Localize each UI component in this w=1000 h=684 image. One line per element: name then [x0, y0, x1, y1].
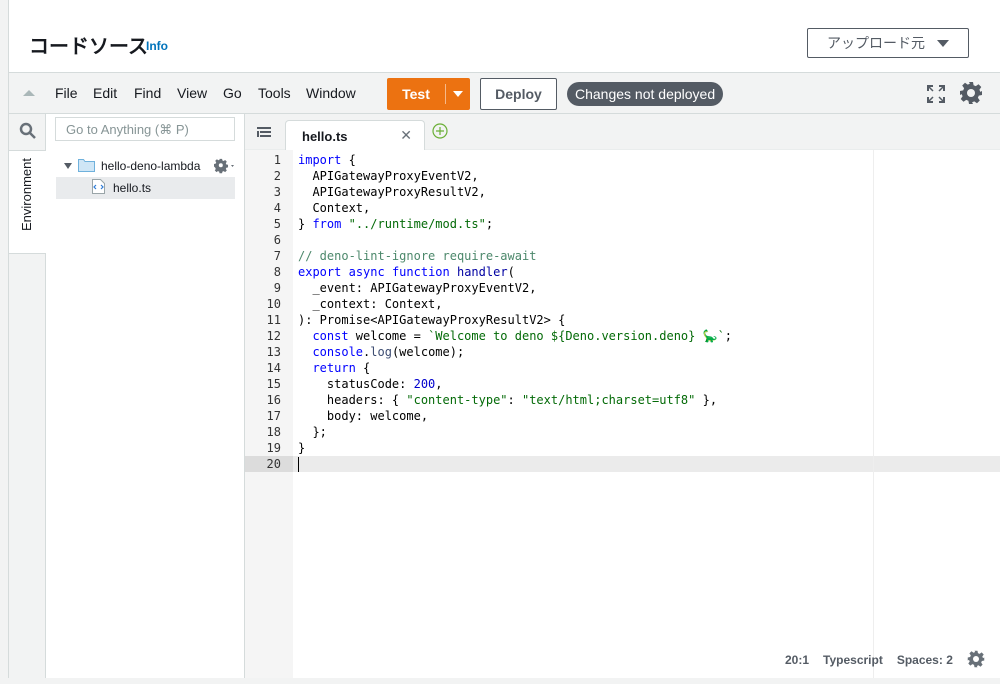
- editor-tabbar: hello.ts ✕: [245, 114, 1000, 150]
- line-number: 18: [266, 425, 281, 439]
- code-line[interactable]: _event: APIGatewayProxyEventV2,: [298, 280, 536, 296]
- language-mode[interactable]: Typescript: [823, 653, 883, 667]
- close-icon[interactable]: ✕: [400, 127, 412, 144]
- line-number: 3: [273, 185, 281, 199]
- file-tree-panel: hello-deno-lambda hello.ts: [46, 114, 245, 678]
- code-line[interactable]: } from "../runtime/mod.ts";: [298, 216, 493, 232]
- line-number: 10: [266, 297, 281, 311]
- menu-go[interactable]: Go: [223, 85, 242, 101]
- fullscreen-icon[interactable]: [927, 85, 945, 108]
- code-line[interactable]: console.log(welcome);: [298, 344, 464, 360]
- code-line[interactable]: export async function handler(: [298, 264, 515, 280]
- line-number: 1: [273, 153, 281, 167]
- line-number: 8: [273, 265, 281, 279]
- code-line[interactable]: };: [298, 424, 326, 440]
- line-number: 20: [266, 457, 281, 471]
- tab-hello-ts[interactable]: hello.ts ✕: [285, 120, 425, 150]
- info-link[interactable]: Info: [146, 39, 168, 53]
- tree-folder-item[interactable]: hello-deno-lambda: [64, 155, 236, 177]
- environment-tab-label: Environment: [19, 158, 34, 231]
- tab-list-icon[interactable]: [257, 126, 271, 144]
- expand-triangle-icon[interactable]: [64, 163, 72, 169]
- folder-name: hello-deno-lambda: [101, 159, 201, 173]
- code-line[interactable]: body: welcome,: [298, 408, 428, 424]
- code-line[interactable]: APIGatewayProxyEventV2,: [298, 168, 478, 184]
- test-button-divider: [445, 84, 446, 104]
- menu-window[interactable]: Window: [306, 85, 356, 101]
- deploy-button[interactable]: Deploy: [480, 78, 557, 110]
- active-line-highlight: [293, 456, 1000, 472]
- tab-label: hello.ts: [302, 129, 348, 144]
- code-source-panel: コードソース Info アップロード元 File Edit Find View …: [8, 0, 1000, 678]
- line-number: 7: [273, 249, 281, 263]
- folder-gear-icon[interactable]: [214, 158, 236, 177]
- menu-edit[interactable]: Edit: [93, 85, 117, 101]
- collapse-up-icon[interactable]: [23, 90, 35, 96]
- typescript-file-icon: [92, 179, 105, 197]
- sidebar-strip: Environment: [9, 114, 46, 678]
- line-number: 17: [266, 409, 281, 423]
- line-number: 15: [266, 377, 281, 391]
- upload-from-button[interactable]: アップロード元: [807, 28, 969, 58]
- code-line[interactable]: }: [298, 440, 305, 456]
- menu-tools[interactable]: Tools: [258, 85, 291, 101]
- code-line[interactable]: headers: { "content-type": "text/html;ch…: [298, 392, 717, 408]
- folder-icon: [78, 158, 95, 175]
- code-line[interactable]: const welcome = `Welcome to deno ${Deno.…: [298, 328, 732, 344]
- page-title: コードソース: [29, 36, 148, 58]
- print-margin: [873, 150, 874, 678]
- code-line[interactable]: // deno-lint-ignore require-await: [298, 248, 536, 264]
- cursor-position[interactable]: 20:1: [785, 653, 809, 667]
- panel-header: コードソース Info アップロード元: [9, 0, 1000, 72]
- upload-from-label: アップロード元: [827, 35, 925, 51]
- caret-down-icon: [937, 39, 949, 47]
- file-name: hello.ts: [113, 181, 152, 195]
- code-line[interactable]: Context,: [298, 200, 370, 216]
- tree-file-item[interactable]: hello.ts: [56, 177, 235, 199]
- line-number: 16: [266, 393, 281, 407]
- code-line[interactable]: ): Promise<APIGatewayProxyResultV2> {: [298, 312, 565, 328]
- environment-tab[interactable]: Environment: [9, 150, 46, 254]
- line-number: 13: [266, 345, 281, 359]
- deploy-button-label: Deploy: [495, 86, 542, 102]
- code-line[interactable]: return {: [298, 360, 370, 376]
- code-line[interactable]: import {: [298, 152, 356, 168]
- text-cursor: [298, 457, 299, 472]
- code-line[interactable]: _context: Context,: [298, 296, 442, 312]
- search-icon[interactable]: [19, 122, 36, 144]
- editor-statusbar: 20:1 Typescript Spaces: 2: [785, 650, 985, 670]
- line-number: 12: [266, 329, 281, 343]
- code-line[interactable]: APIGatewayProxyResultV2,: [298, 184, 485, 200]
- line-number: 6: [273, 233, 281, 247]
- gear-icon[interactable]: [959, 81, 983, 110]
- test-button[interactable]: Test: [387, 78, 470, 110]
- line-number: 9: [273, 281, 281, 295]
- test-button-label: Test: [402, 86, 430, 102]
- menu-view[interactable]: View: [177, 85, 207, 101]
- line-number: 11: [266, 313, 281, 327]
- line-number: 4: [273, 201, 281, 215]
- menu-find[interactable]: Find: [134, 85, 161, 101]
- go-to-anything-input[interactable]: [55, 117, 235, 141]
- menu-file[interactable]: File: [55, 85, 78, 101]
- line-number: 19: [266, 441, 281, 455]
- add-tab-icon[interactable]: [432, 123, 448, 144]
- code-line[interactable]: statusCode: 200,: [298, 376, 443, 392]
- line-number: 2: [273, 169, 281, 183]
- line-number: 5: [273, 217, 281, 231]
- status-badge: Changes not deployed: [567, 82, 724, 106]
- test-dropdown-icon[interactable]: [453, 91, 463, 97]
- settings-gear-icon[interactable]: [967, 650, 985, 671]
- line-number: 14: [266, 361, 281, 375]
- ide-menubar: File Edit Find View Go Tools Window Test…: [9, 72, 1000, 114]
- indent-setting[interactable]: Spaces: 2: [897, 653, 953, 667]
- code-editor[interactable]: 1 2 3 4 5 6 7 8 9 10 11 12 13 14 15 16 17 18 19 20 import {…: [245, 150, 1000, 678]
